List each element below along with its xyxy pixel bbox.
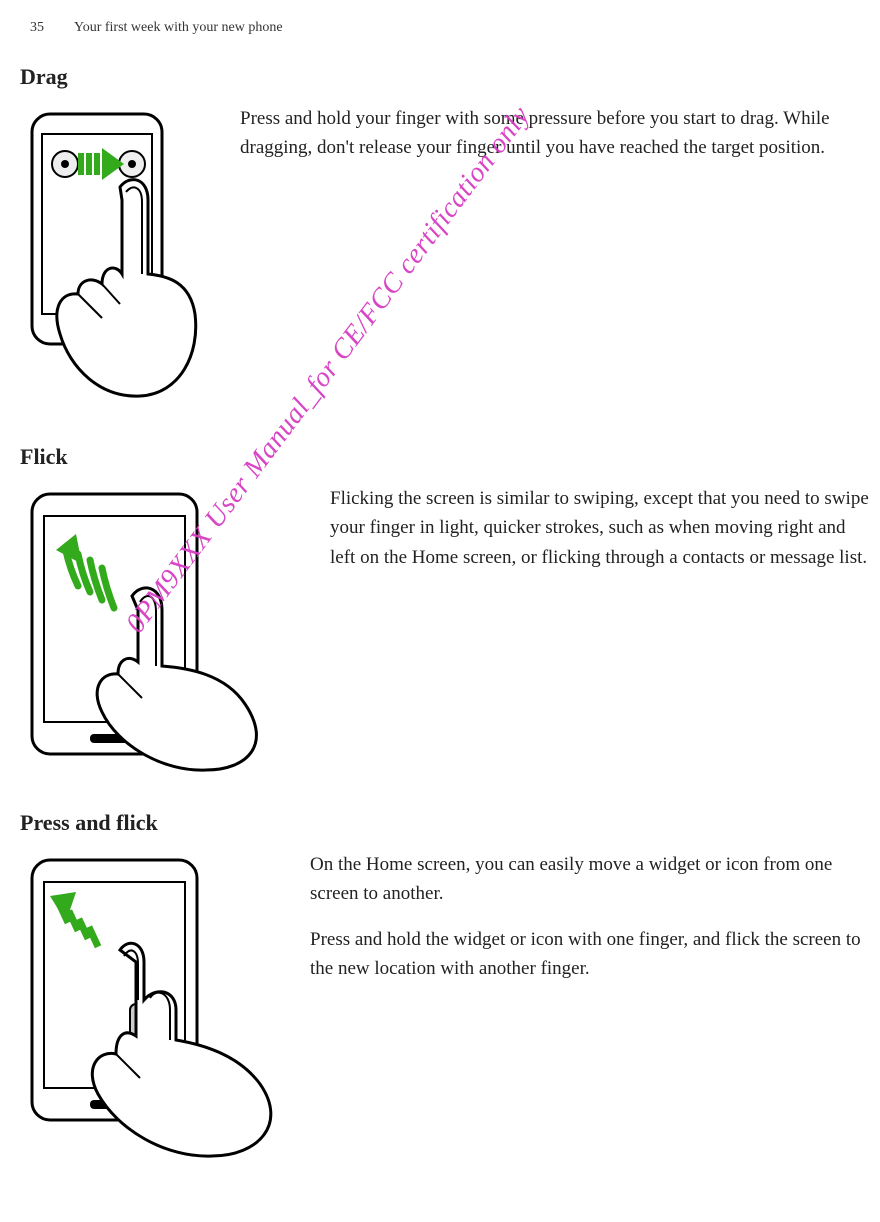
page-number: 35 (30, 20, 44, 36)
section-desc-flick: Flicking the screen is similar to swipin… (330, 484, 870, 588)
chapter-title: Your first week with your new phone (74, 20, 283, 36)
drag-gesture-icon (20, 104, 240, 404)
illustration-flick (20, 484, 330, 774)
page-header: 35 Your first week with your new phone (0, 20, 880, 36)
section-desc-press-and-flick: On the Home screen, you can easily move … (310, 850, 870, 1000)
press-and-flick-gesture-icon (20, 850, 310, 1160)
section-body-drag: Press and hold your finger with some pre… (20, 104, 870, 404)
paragraph: Press and hold your finger with some pre… (240, 104, 870, 163)
section-press-and-flick: Press and flick (0, 810, 880, 1160)
section-body-flick: Flicking the screen is similar to swipin… (20, 484, 870, 774)
page: 35 Your first week with your new phone D… (0, 0, 880, 1222)
section-title-press-and-flick: Press and flick (20, 810, 870, 836)
illustration-press-and-flick (20, 850, 310, 1160)
paragraph: On the Home screen, you can easily move … (310, 850, 870, 909)
section-title-flick: Flick (20, 444, 870, 470)
paragraph: Flicking the screen is similar to swipin… (330, 484, 870, 572)
flick-gesture-icon (20, 484, 330, 774)
paragraph: Press and hold the widget or icon with o… (310, 925, 870, 984)
illustration-drag (20, 104, 240, 404)
section-desc-drag: Press and hold your finger with some pre… (240, 104, 870, 179)
section-flick: Flick (0, 444, 880, 774)
section-drag: Drag (0, 64, 880, 404)
section-title-drag: Drag (20, 64, 870, 90)
section-body-press-and-flick: On the Home screen, you can easily move … (20, 850, 870, 1160)
